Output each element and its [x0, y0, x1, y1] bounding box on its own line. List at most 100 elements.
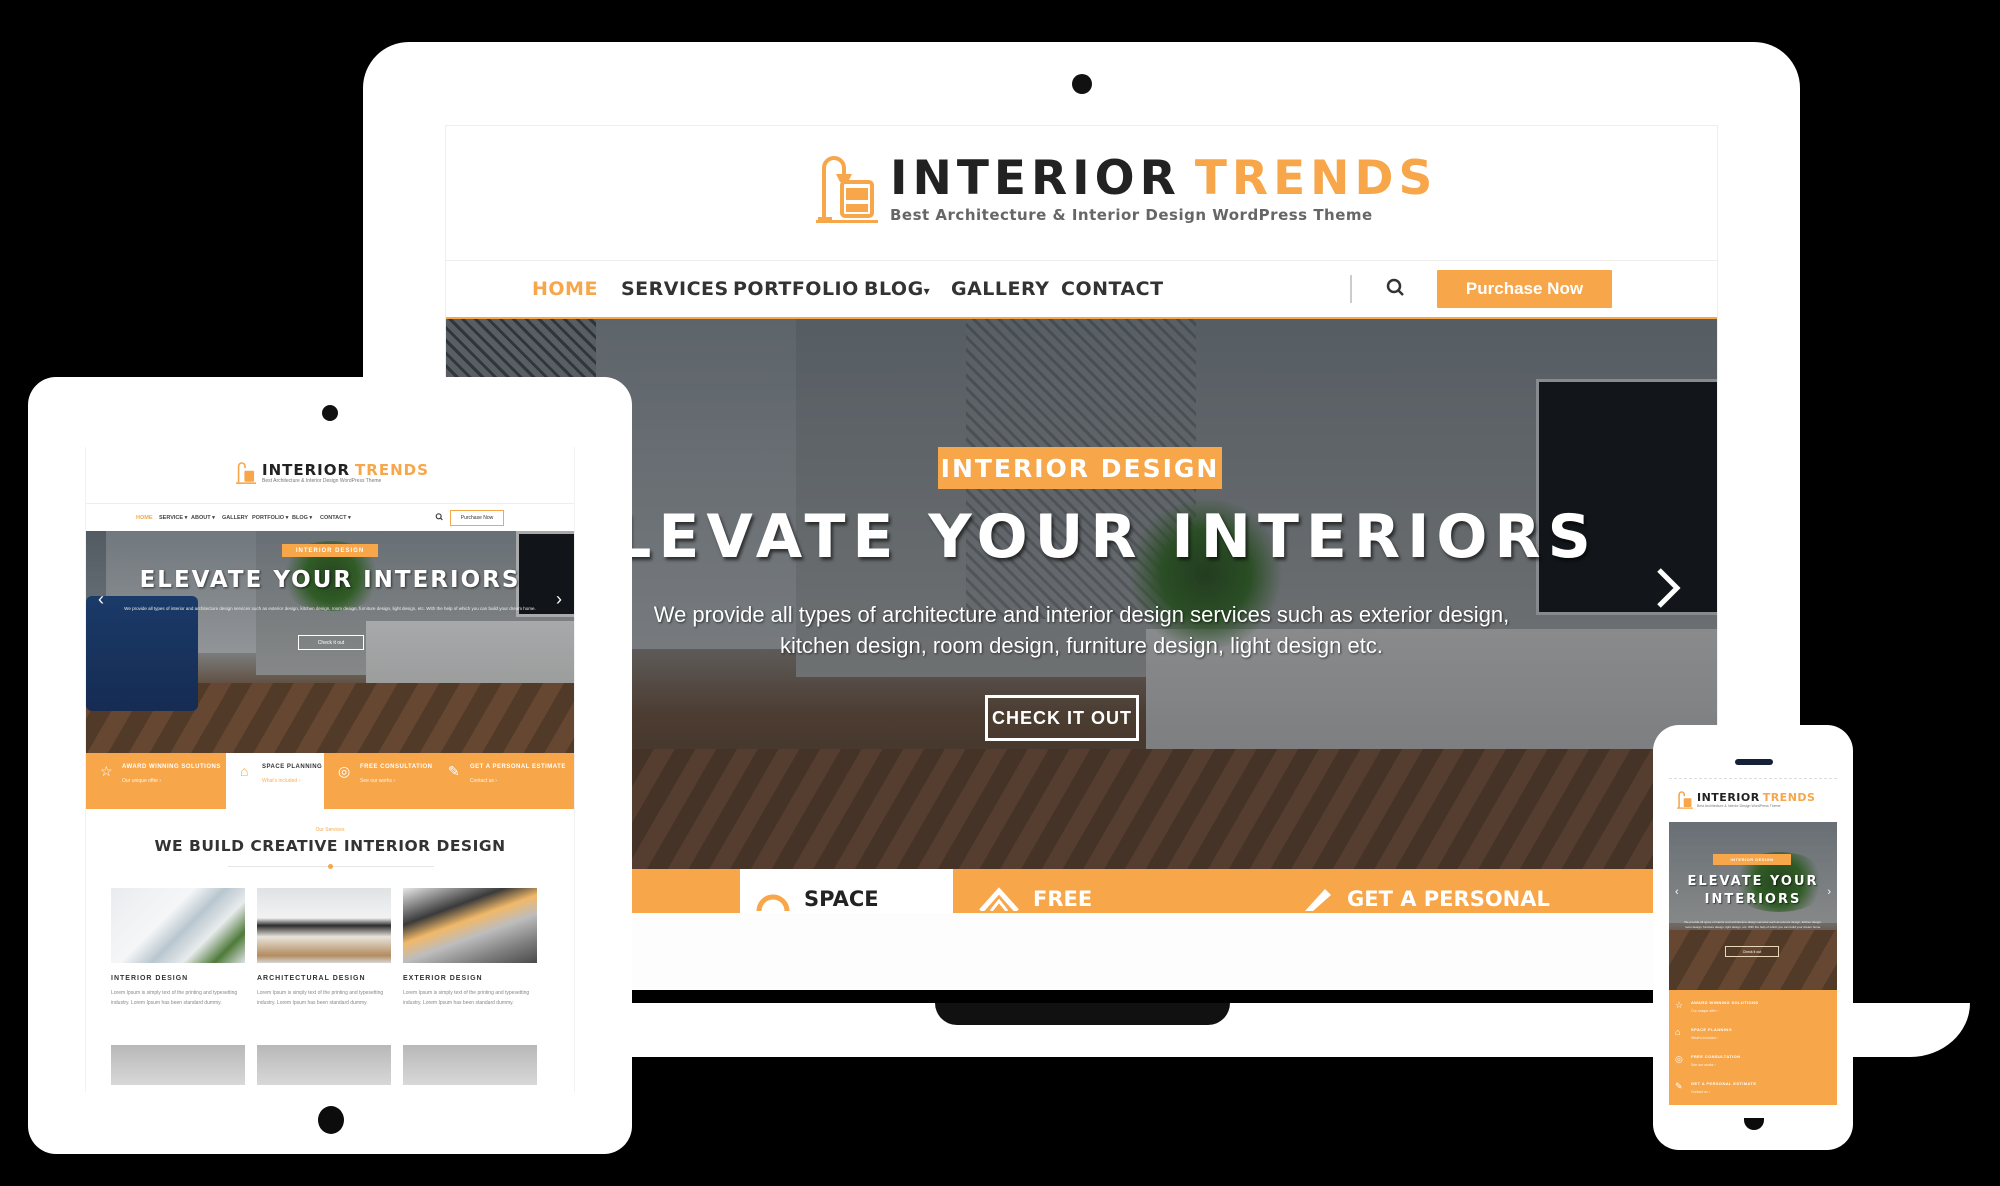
brand-name: INTERIOR TRENDS: [1697, 791, 1816, 804]
service-card-desc: Lorem Ipsum is simply text of the printi…: [111, 990, 238, 1006]
chevron-right-icon[interactable]: [1655, 566, 1681, 610]
feature-link[interactable]: See our works ›: [360, 778, 434, 784]
lamp-armchair-icon: [816, 156, 878, 223]
site-header: INTERIOR TRENDS Best Architecture & Inter…: [446, 126, 1717, 260]
main-nav: HOME SERVICES PORTFOLIO BLOG▾ GALLERY CO…: [446, 260, 1717, 320]
hero-title: ELEVATE YOUR INTERIORS: [139, 567, 521, 593]
nav-item-contact[interactable]: CONTACT: [1061, 278, 1164, 300]
chevron-left-icon[interactable]: ‹: [1675, 886, 1679, 898]
feature-title: SPACE PLANNING: [1691, 1027, 1733, 1032]
service-card-desc: Lorem Ipsum is simply text of the printi…: [257, 990, 384, 1006]
nav-item-home[interactable]: HOME: [136, 515, 153, 521]
feature-title: GET A PERSONAL ESTIMATE: [1691, 1081, 1757, 1086]
headset-icon: ◎: [1675, 1054, 1683, 1064]
feature-space[interactable]: SPACE: [740, 869, 953, 913]
service-card[interactable]: INTERIOR DESIGN Lorem Ipsum is simply te…: [111, 888, 245, 1008]
search-icon[interactable]: [1386, 278, 1406, 300]
site-logo[interactable]: INTERIOR TRENDS Best Architecture & Inter…: [236, 461, 429, 485]
search-icon[interactable]: [435, 513, 444, 522]
service-card[interactable]: EXTERIOR DESIGN Lorem Ipsum is simply te…: [403, 888, 537, 1008]
tablet-camera-icon: [322, 405, 338, 421]
nav-item-blog-label: BLOG: [864, 278, 924, 300]
tablet-home-button: [318, 1106, 344, 1134]
feature-link[interactable]: What's included ›: [262, 778, 324, 784]
nav-item-portfolio[interactable]: PORTFOLIO ▾: [252, 515, 288, 521]
feature-space-planning[interactable]: ⌂ SPACE PLANNING What's included ›: [226, 753, 324, 809]
nav-item-service[interactable]: SERVICE ▾: [159, 515, 187, 521]
chevron-down-icon: ▾: [923, 284, 931, 298]
feature-title: AWARD WINNING SOLUTIONS: [1691, 1000, 1759, 1005]
feature-link[interactable]: What's included ›: [1691, 1036, 1718, 1040]
features-strip: ☆ AWARD WINNING SOLUTIONS Our unique off…: [86, 753, 574, 809]
home-icon: [756, 894, 790, 911]
nav-item-portfolio[interactable]: PORTFOLIO: [733, 278, 859, 300]
feature-personal-estimate[interactable]: ✎ GET A PERSONAL ESTIMATE Contact us ›: [434, 753, 574, 809]
home-icon: ⌂: [1675, 1027, 1681, 1037]
features-strip: WARD WINNING SPACE FREE GET A PERSONAL: [446, 869, 1717, 913]
chevron-left-icon[interactable]: ‹: [98, 589, 104, 610]
headset-icon: [979, 887, 1019, 911]
check-it-out-button[interactable]: Check it out: [298, 635, 364, 650]
laptop-screen: INTERIOR TRENDS Best Architecture & Inter…: [445, 125, 1718, 992]
feature-free-consultation[interactable]: ◎ FREE CONSULTATION See our works ›: [324, 753, 434, 809]
feature-free[interactable]: FREE: [953, 869, 1243, 913]
brand-name: INTERIOR TRENDS: [890, 151, 1438, 206]
feature-label: FREE: [1033, 887, 1093, 911]
nav-item-home[interactable]: HOME: [532, 278, 598, 300]
divider-dot: [328, 864, 333, 869]
hero-slider: INTERIOR DESIGN ELEVATE YOUR INTERIORS W…: [446, 319, 1717, 869]
nav-item-gallery[interactable]: GALLERY: [951, 278, 1049, 300]
section-title: WE BUILD CREATIVE INTERIOR DESIGN: [154, 837, 506, 855]
chevron-right-icon[interactable]: ›: [1827, 886, 1831, 898]
feature-title: AWARD WINNING SOLUTIONS: [122, 764, 221, 770]
service-card-image: [403, 888, 537, 963]
check-it-out-button[interactable]: Check it out: [1725, 946, 1779, 957]
feature-label: GET A PERSONAL: [1347, 887, 1550, 911]
nav-item-about[interactable]: ABOUT ▾: [191, 515, 215, 521]
hero-tag: INTERIOR DESIGN: [282, 544, 378, 557]
service-card-image: [257, 1045, 391, 1085]
chevron-right-icon[interactable]: ›: [556, 589, 562, 610]
feature-title: SPACE PLANNING: [262, 764, 323, 770]
pencil-icon: ✎: [448, 763, 460, 779]
nav-item-blog[interactable]: BLOG ▾: [292, 515, 312, 521]
hero-title: ELEVATE YOUR INTERIORS: [1687, 874, 1819, 907]
service-card-desc: Lorem Ipsum is simply text of the printi…: [403, 990, 530, 1006]
nav-item-blog[interactable]: BLOG▾: [864, 278, 930, 300]
nav-divider: [1350, 275, 1352, 303]
service-card[interactable]: ARCHITECTURAL DESIGN Lorem Ipsum is simp…: [257, 888, 391, 1008]
purchase-now-button[interactable]: Purchase Now: [1437, 270, 1612, 308]
hero-description: We provide all types of architecture and…: [653, 602, 1510, 658]
main-nav: HOME SERVICE ▾ ABOUT ▾ GALLERY PORTFOLIO…: [86, 503, 574, 532]
section-kicker: Our Services: [315, 827, 345, 833]
headset-icon: ◎: [338, 763, 351, 779]
service-card-title: ARCHITECTURAL DESIGN: [257, 975, 366, 982]
purchase-now-button[interactable]: Purchase Now: [450, 510, 504, 526]
feature-personal-estimate[interactable]: GET A PERSONAL: [1243, 869, 1717, 913]
features-list: ☆ AWARD WINNING SOLUTIONS Our unique off…: [1669, 990, 1837, 1105]
hero-overlay: [446, 319, 1717, 869]
feature-title: FREE CONSULTATION: [360, 764, 433, 770]
nav-item-contact[interactable]: CONTACT ▾: [320, 515, 351, 521]
site-logo[interactable]: INTERIOR TRENDS Best Architecture & Inter…: [1677, 791, 1815, 809]
feature-award-winning[interactable]: ☆ AWARD WINNING SOLUTIONS Our unique off…: [86, 753, 226, 809]
nav-item-services[interactable]: SERVICES: [621, 278, 729, 300]
brand-tagline: Best Architecture & Interior Design Word…: [890, 206, 1373, 224]
hero-tag: INTERIOR DESIGN: [938, 447, 1222, 489]
tablet-screen: INTERIOR TRENDS Best Architecture & Inter…: [85, 447, 575, 1092]
service-card-image: [111, 1045, 245, 1085]
phone-screen: INTERIOR TRENDS Best Architecture & Inter…: [1669, 778, 1837, 1105]
feature-link[interactable]: Our unique offer ›: [1691, 1009, 1718, 1013]
nav-item-gallery[interactable]: GALLERY: [222, 515, 248, 521]
check-it-out-button[interactable]: CHECK IT OUT: [985, 695, 1139, 741]
feature-link[interactable]: Contact us ›: [470, 778, 574, 784]
site-logo[interactable]: INTERIOR TRENDS Best Architecture & Inter…: [816, 154, 1437, 224]
feature-link[interactable]: See our works ›: [1691, 1063, 1716, 1067]
feature-link[interactable]: Our unique offer ›: [122, 778, 226, 784]
hero-slider: INTERIOR DESIGN ELEVATE YOUR INTERIORS W…: [86, 531, 574, 753]
star-icon: ☆: [1675, 1000, 1684, 1010]
service-card-image: [257, 888, 391, 963]
laptop-trackpad-notch: [935, 1003, 1230, 1025]
brand-tagline: Best Architecture & Interior Design Word…: [1697, 804, 1781, 808]
feature-link[interactable]: Contact us ›: [1691, 1090, 1710, 1094]
